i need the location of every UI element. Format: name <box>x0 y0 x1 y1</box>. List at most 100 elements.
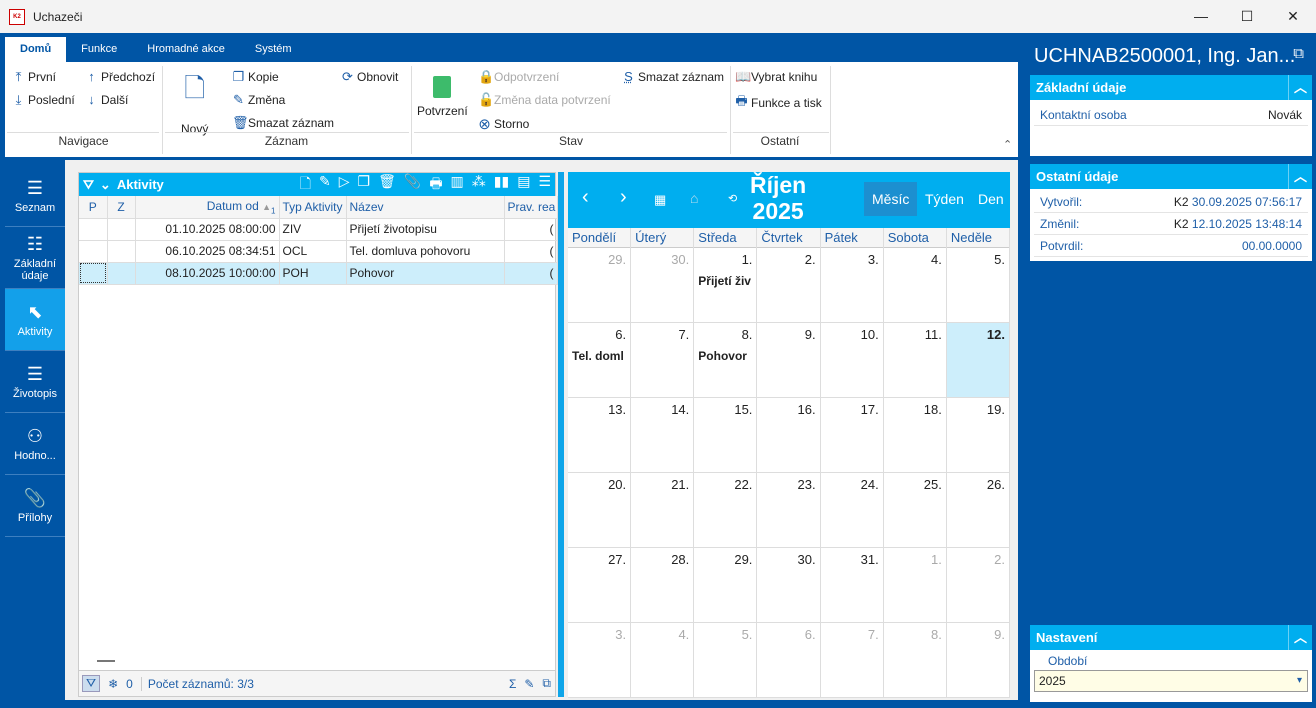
storno-button[interactable]: ⊗ Storno <box>478 115 529 133</box>
collapse-ribbon-icon[interactable]: ⌃ <box>1003 138 1012 151</box>
period-select[interactable]: 2025 ▾ <box>1034 670 1308 692</box>
day-cell[interactable]: 19. <box>946 398 1010 473</box>
day-cell[interactable]: 10. <box>820 323 884 398</box>
day-cell[interactable]: 24. <box>820 473 884 548</box>
change-button[interactable]: ✎ Změna <box>232 92 285 108</box>
column-prav-rea[interactable]: Prav. rea <box>504 196 558 219</box>
day-cell[interactable]: 17. <box>820 398 884 473</box>
day-cell[interactable]: 4. <box>883 248 947 323</box>
copy-icon[interactable]: ❐ <box>358 173 371 197</box>
day-cell[interactable]: 25. <box>883 473 947 548</box>
day-cell[interactable]: 30. <box>757 548 821 623</box>
filter-icon[interactable]: ⛛ <box>83 177 94 193</box>
sidebar-item-seznam[interactable]: ☰ Seznam <box>5 165 65 227</box>
menu-icon[interactable]: ☰ <box>538 173 551 197</box>
day-cell[interactable]: 11. <box>883 323 947 398</box>
chevron-up-icon[interactable]: ︿ <box>1288 164 1312 189</box>
tab-system[interactable]: Systém <box>240 37 307 62</box>
tab-funkce[interactable]: Funkce <box>66 37 132 62</box>
day-cell[interactable]: 26. <box>946 473 1010 548</box>
maximize-button[interactable]: ☐ <box>1224 0 1270 33</box>
table-row-selected[interactable]: 08.10.2025 10:00:00 POH Pohovor( <box>79 262 558 285</box>
prev-month-button[interactable]: ‹ <box>582 186 589 209</box>
sidebar-item-zakladni-udaje[interactable]: ☷ Základní údaje <box>5 227 65 289</box>
day-cell[interactable]: 3. <box>820 248 884 323</box>
other-section-header[interactable]: Ostatní údaje ︿ <box>1030 164 1312 189</box>
tab-domu[interactable]: Domů <box>5 37 67 62</box>
minimize-button[interactable]: — <box>1178 0 1224 33</box>
day-cell[interactable]: 7. <box>820 623 884 698</box>
copy-button[interactable]: ❐ Kopie <box>232 69 279 85</box>
trash-icon[interactable]: 🗑 <box>378 173 396 197</box>
day-cell[interactable]: 9. <box>757 323 821 398</box>
popout-icon[interactable]: ⧉ <box>1293 45 1304 62</box>
chevron-down-icon[interactable]: ⌄ <box>100 177 111 193</box>
day-cell[interactable]: 1. <box>883 548 947 623</box>
column-typ-aktivity[interactable]: Typ Aktivity <box>279 196 347 219</box>
columns-icon[interactable]: ▮▮ <box>494 173 509 197</box>
day-cell[interactable]: 21. <box>631 473 695 548</box>
column-nazev[interactable]: Název <box>346 196 505 219</box>
sync-icon[interactable]: ⟲ <box>728 192 737 205</box>
day-cell[interactable]: 23. <box>757 473 821 548</box>
day-cell[interactable]: 20. <box>568 473 632 548</box>
day-cell[interactable]: 15. <box>694 398 758 473</box>
previous-button[interactable]: ↑ Předchozí <box>85 69 155 84</box>
sidebar-item-hodnoceni[interactable]: ⚇ Hodno... <box>5 413 65 475</box>
day-cell[interactable]: 30. <box>631 248 695 323</box>
day-cell[interactable]: 1. Přijetí živ <box>694 248 758 323</box>
day-cell[interactable]: 16. <box>757 398 821 473</box>
next-month-button[interactable]: › <box>620 186 627 209</box>
change-confirm-date-button[interactable]: 🔓 Změna data potvrzení <box>478 92 611 108</box>
day-cell[interactable]: 18. <box>883 398 947 473</box>
day-cell[interactable]: 29. <box>694 548 758 623</box>
day-cell[interactable]: 2. <box>757 248 821 323</box>
chevron-up-icon[interactable]: ︿ <box>1288 75 1312 100</box>
refresh-button[interactable]: ⟳ Obnovit <box>341 69 398 85</box>
sum-icon[interactable]: Σ <box>509 677 516 691</box>
calendar-event[interactable]: Tel. doml <box>572 349 628 363</box>
next-button[interactable]: ↓ Další <box>85 92 128 107</box>
day-cell[interactable]: 8. Pohovor <box>694 323 758 398</box>
delete-state-button[interactable]: S Smazat záznam <box>622 69 724 84</box>
tab-hromadne-akce[interactable]: Hromadné akce <box>132 37 240 62</box>
cubes-icon[interactable]: ⁂ <box>472 173 486 197</box>
chevron-up-icon[interactable]: ︿ <box>1288 625 1312 650</box>
day-cell-today[interactable]: 12. <box>946 323 1010 398</box>
new-button[interactable]: 🗋 Nový <box>181 70 208 136</box>
day-cell[interactable]: 14. <box>631 398 695 473</box>
day-cell[interactable]: 22. <box>694 473 758 548</box>
close-button[interactable]: ✕ <box>1270 0 1316 33</box>
day-cell[interactable]: 5. <box>694 623 758 698</box>
settings-section-header[interactable]: Nastavení ︿ <box>1030 625 1312 650</box>
sidebar-item-zivotopis[interactable]: ☰ Životopis <box>5 351 65 413</box>
add-window-icon[interactable]: ⧉ <box>542 676 555 691</box>
day-cell[interactable]: 4. <box>631 623 695 698</box>
choose-book-button[interactable]: 📖 Vybrat knihu <box>735 69 817 85</box>
new-icon[interactable]: 🗋 <box>300 173 311 197</box>
print-functions-button[interactable]: 🖶 Funkce a tisk <box>735 92 821 114</box>
day-cell[interactable]: 2. <box>946 548 1010 623</box>
home-icon[interactable]: ⌂ <box>690 190 698 206</box>
sidebar-item-prilohy[interactable]: 📎 Přílohy <box>5 475 65 537</box>
table-row[interactable]: 01.10.2025 08:00:00 ZIV Přijetí životopisu… <box>79 218 558 241</box>
first-button[interactable]: ⤒ První <box>12 69 56 85</box>
excel-icon[interactable]: ▤ <box>517 173 530 197</box>
horizontal-scrollbar[interactable] <box>97 660 115 662</box>
printer-icon[interactable]: 🖶 <box>429 173 442 197</box>
calendar-event[interactable]: Pohovor <box>698 349 754 363</box>
delete-record-button[interactable]: 🗑 Smazat záznam <box>232 115 334 131</box>
column-datum-od[interactable]: Datum od ▲1 <box>135 196 280 219</box>
basic-section-header[interactable]: Základní údaje ︿ <box>1030 75 1312 100</box>
pencil-icon[interactable]: ✎ <box>319 173 331 197</box>
calendar-icon[interactable]: ▦ <box>654 192 666 208</box>
day-cell[interactable]: 6. <box>757 623 821 698</box>
day-cell[interactable]: 29. <box>568 248 632 323</box>
column-z[interactable]: Z <box>107 196 136 219</box>
panel-splitter[interactable] <box>558 172 564 697</box>
day-cell[interactable]: 7. <box>631 323 695 398</box>
column-p[interactable]: P <box>79 196 108 219</box>
day-cell[interactable]: 9. <box>946 623 1010 698</box>
unconfirm-button[interactable]: 🔒 Odpotvrzení <box>478 69 559 85</box>
view-week-button[interactable]: Týden <box>917 182 972 216</box>
